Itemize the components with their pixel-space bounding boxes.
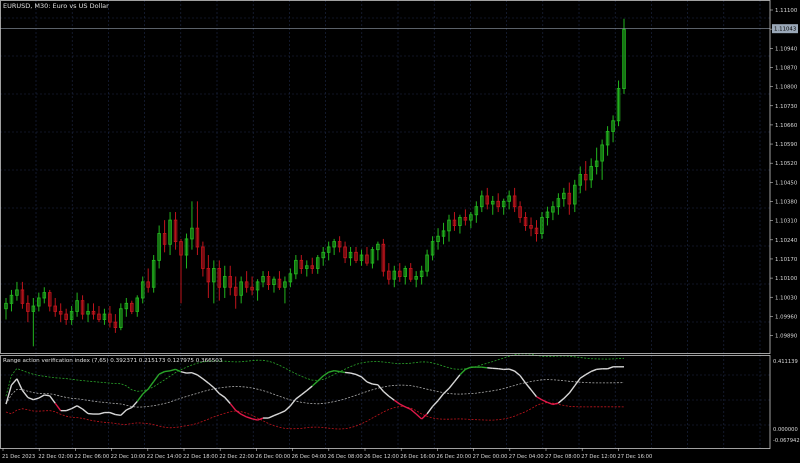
price-axis-label: 1.11100 xyxy=(775,8,798,14)
chart-canvas[interactable]: 1.111001.110101.109401.108701.108001.107… xyxy=(0,0,800,463)
time-axis-label: 22 Dec 06:00 xyxy=(74,454,109,460)
price-axis-label: 1.10030 xyxy=(775,295,798,301)
time-axis-label: 22 Dec 10:00 xyxy=(111,454,146,460)
oscillator-segment xyxy=(164,370,171,373)
oscillator-segment xyxy=(115,413,121,416)
price-axis-label: 1.10940 xyxy=(775,46,798,52)
time-axis-label: 26 Dec 20:00 xyxy=(436,454,471,460)
price-axis-label: 1.10170 xyxy=(775,257,798,263)
time-axis-label: 22 Dec 22:00 xyxy=(219,454,254,460)
time-axis-label: 27 Dec 04:00 xyxy=(509,454,544,460)
price-axis-label: 1.10660 xyxy=(775,123,798,129)
price-axis-label: 1.10100 xyxy=(775,276,798,282)
oscillator-segment xyxy=(498,368,504,371)
time-axis-label: 26 Dec 12:00 xyxy=(364,454,399,460)
price-axis-label: 1.10450 xyxy=(775,180,798,186)
indicator-title: Range action verification index (7,65) 0… xyxy=(3,358,223,364)
time-axis-label: 27 Dec 00:00 xyxy=(473,454,508,460)
oscillator-segment xyxy=(339,370,346,374)
indicator-axis-label: 0.000000 xyxy=(773,427,798,433)
time-axis-label: 26 Dec 08:00 xyxy=(328,454,363,460)
oscillator-segment xyxy=(334,370,340,373)
time-axis-label: 27 Dec 16:00 xyxy=(617,454,652,460)
price-axis-label: 1.10310 xyxy=(775,219,798,225)
time-axis-label: 26 Dec 04:00 xyxy=(292,454,327,460)
price-axis-label: 1.09890 xyxy=(775,334,798,340)
price-axis-label: 1.09960 xyxy=(775,314,798,320)
symbol-title: EURUSD, M30: Euro vs US Dollar xyxy=(3,2,109,10)
time-axis-label: 26 Dec 16:00 xyxy=(400,454,435,460)
chart-background xyxy=(0,0,800,463)
time-axis-label: 22 Dec 18:00 xyxy=(183,454,218,460)
price-axis-label: 1.10800 xyxy=(775,85,798,91)
time-axis-label: 27 Dec 12:00 xyxy=(581,454,616,460)
price-axis-label: 1.10870 xyxy=(775,65,798,71)
time-axis-label: 26 Dec 00:00 xyxy=(255,454,290,460)
time-axis-label: 21 Dec 2023 xyxy=(2,454,35,460)
indicator-axis-label: -0.067942 xyxy=(773,438,800,444)
oscillator-segment xyxy=(481,366,488,369)
oscillator-segment xyxy=(87,412,94,415)
price-axis-label: 1.10520 xyxy=(775,161,798,167)
price-axis-label: 1.10380 xyxy=(775,200,798,206)
current-price-label: 1.11043 xyxy=(774,27,796,33)
price-axis-label: 1.10590 xyxy=(775,142,798,148)
oscillator-segment xyxy=(345,371,351,374)
time-axis-label: 22 Dec 14:00 xyxy=(147,454,182,460)
time-axis-label: 22 Dec 02:00 xyxy=(38,454,73,460)
oscillator-segment xyxy=(372,383,378,386)
time-axis-label: 27 Dec 08:00 xyxy=(545,454,580,460)
price-axis-label: 1.10240 xyxy=(775,238,798,244)
oscillator-segment xyxy=(596,368,603,371)
oscillator-segment xyxy=(44,394,50,397)
price-axis-label: 1.10730 xyxy=(775,104,798,110)
indicator-axis-label: 0.411139 xyxy=(773,359,798,365)
